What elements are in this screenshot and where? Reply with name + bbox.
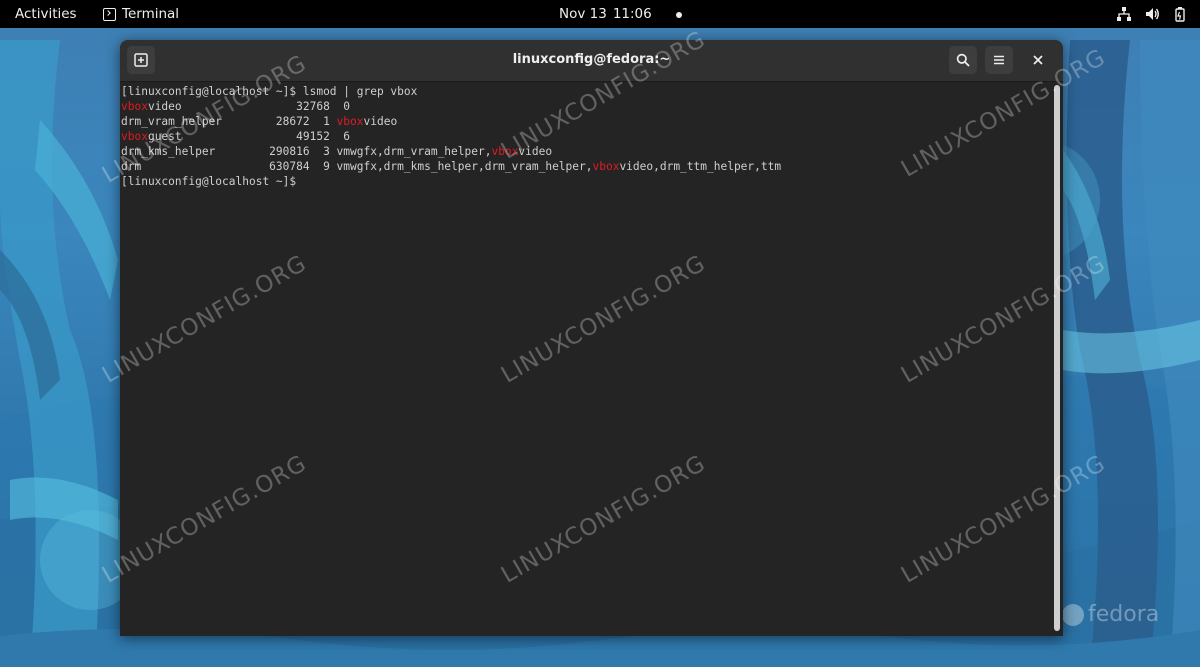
grep-match-highlight: vbox bbox=[491, 145, 519, 158]
close-button[interactable] bbox=[1028, 50, 1048, 70]
terminal-line: [linuxconfig@localhost ~]$ bbox=[121, 174, 1051, 189]
search-icon bbox=[956, 53, 970, 67]
terminal-text: video bbox=[363, 115, 398, 128]
volume-icon bbox=[1146, 8, 1159, 20]
terminal-scrollbar[interactable] bbox=[1052, 83, 1062, 634]
grep-match-highlight: vbox bbox=[121, 100, 148, 113]
clock-time: 11:06 bbox=[612, 6, 652, 22]
system-tray[interactable] bbox=[1116, 6, 1188, 22]
search-button[interactable] bbox=[949, 46, 977, 74]
fedora-wallpaper-logo: fedora bbox=[1062, 602, 1159, 627]
scrollbar-thumb[interactable] bbox=[1054, 85, 1060, 631]
terminal-line: [linuxconfig@localhost ~]$ lsmod | grep … bbox=[121, 84, 1051, 99]
terminal-output[interactable]: [linuxconfig@localhost ~]$ lsmod | grep … bbox=[121, 84, 1051, 634]
fedora-logo-text: fedora bbox=[1088, 602, 1160, 627]
app-menu-label: Terminal bbox=[122, 6, 180, 22]
app-menu-button[interactable]: Terminal bbox=[103, 6, 179, 22]
battery-icon bbox=[1175, 7, 1185, 22]
grep-match-highlight: vbox bbox=[121, 130, 148, 143]
activities-button[interactable]: Activities bbox=[15, 6, 77, 22]
clock-button[interactable]: Nov 13 11:06 bbox=[559, 6, 682, 22]
terminal-line: drm 630784 9 vmwgfx,drm_kms_helper,drm_v… bbox=[121, 159, 1051, 174]
main-menu-button[interactable] bbox=[985, 46, 1013, 74]
notification-dot-icon bbox=[675, 12, 682, 18]
fedora-mark-icon bbox=[1062, 603, 1084, 626]
hamburger-menu-icon bbox=[994, 55, 1004, 65]
terminal-window[interactable]: linuxconfig@fedora:~ [linuxconfig@localh… bbox=[120, 40, 1063, 636]
terminal-text: [linuxconfig@localhost ~]$ bbox=[121, 175, 303, 188]
grep-match-highlight: vbox bbox=[592, 160, 620, 173]
close-icon bbox=[1033, 55, 1043, 65]
top-bar: Activities Terminal Nov 13 11:06 bbox=[0, 0, 1200, 28]
terminal-text: video,drm_ttm_helper,ttm bbox=[619, 160, 782, 173]
grep-match-highlight: vbox bbox=[336, 115, 364, 128]
terminal-text: drm 630784 9 vmwgfx,drm_kms_helper,drm_v… bbox=[121, 160, 593, 173]
terminal-text: guest 49152 6 bbox=[147, 130, 351, 143]
terminal-line: drm_kms_helper 290816 3 vmwgfx,drm_vram_… bbox=[121, 144, 1051, 159]
window-title: linuxconfig@fedora:~ bbox=[512, 52, 671, 67]
terminal-text: drm_vram_helper 28672 1 bbox=[121, 115, 337, 128]
terminal-icon bbox=[103, 8, 116, 21]
network-icon bbox=[1117, 7, 1131, 21]
terminal-text: video 32768 0 bbox=[147, 100, 351, 113]
terminal-text: [linuxconfig@localhost ~]$ lsmod | grep … bbox=[121, 85, 418, 98]
terminal-text: video bbox=[518, 145, 553, 158]
terminal-headerbar[interactable]: linuxconfig@fedora:~ bbox=[120, 40, 1063, 82]
clock-date: Nov 13 bbox=[559, 6, 607, 22]
terminal-line: drm_vram_helper 28672 1 vboxvideo bbox=[121, 114, 1051, 129]
terminal-text: drm_kms_helper 290816 3 vmwgfx,drm_vram_… bbox=[121, 145, 492, 158]
terminal-line: vboxguest 49152 6 bbox=[121, 129, 1051, 144]
terminal-line: vboxvideo 32768 0 bbox=[121, 99, 1051, 114]
